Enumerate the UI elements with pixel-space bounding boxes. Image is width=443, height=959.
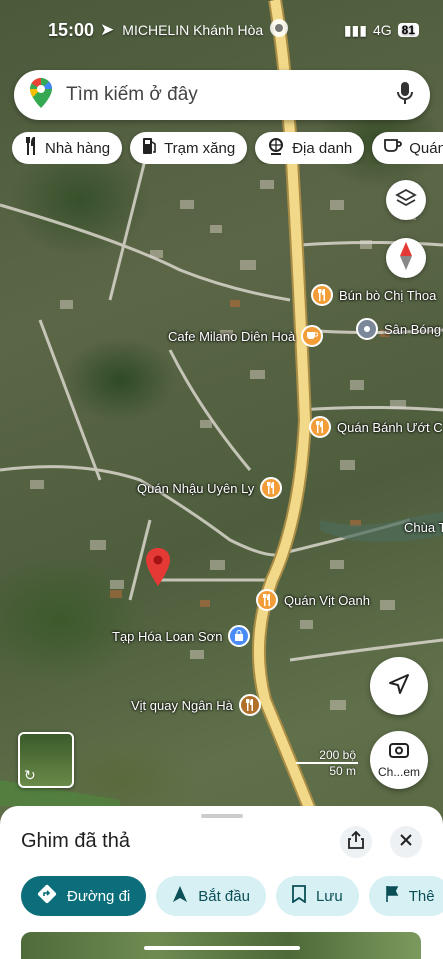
action-label: Đường đi bbox=[67, 887, 131, 905]
share-button[interactable] bbox=[340, 826, 372, 858]
directions-button[interactable]: Đường đi bbox=[21, 876, 147, 916]
poi-label: Cafe Milano Diên Hoà bbox=[168, 328, 296, 344]
dropped-pin-icon[interactable] bbox=[146, 548, 170, 591]
street-view-button[interactable]: Ch...em bbox=[370, 731, 428, 789]
poi-chua[interactable]: Chùa T bbox=[404, 520, 443, 535]
action-label: Lưu bbox=[315, 887, 343, 905]
chip-gas-stations[interactable]: Trạm xăng bbox=[130, 132, 248, 164]
navigation-arrow-icon bbox=[388, 673, 410, 700]
close-icon bbox=[399, 833, 413, 852]
microphone-icon[interactable] bbox=[396, 81, 414, 110]
poi-vit-quay-ngan-ha[interactable]: Vịt quay Ngân Hà bbox=[131, 694, 261, 716]
battery-level: 81 bbox=[397, 23, 419, 37]
chip-label: Trạm xăng bbox=[164, 139, 236, 157]
share-icon bbox=[348, 830, 364, 854]
poi-san-bong[interactable]: Sân Bóng bbox=[356, 318, 441, 340]
start-button[interactable]: Bắt đầu bbox=[156, 876, 266, 916]
place-icon bbox=[356, 318, 378, 340]
poi-cafe-milano[interactable]: Cafe Milano Diên Hoà bbox=[168, 325, 324, 347]
save-button[interactable]: Lưu bbox=[275, 876, 359, 916]
category-chips: Nhà hàng Trạm xăng Địa danh Quán bbox=[12, 132, 443, 164]
action-label: Thê bbox=[408, 887, 435, 905]
poi-label: Quán Nhậu Uyên Ly bbox=[137, 480, 255, 496]
gesture-nav-bar[interactable] bbox=[144, 946, 300, 950]
search-input[interactable]: Tìm kiếm ở đây bbox=[66, 84, 396, 106]
cafe-icon bbox=[301, 325, 324, 347]
close-button[interactable] bbox=[390, 826, 422, 858]
poi-quan-banh-uot[interactable]: Quán Bánh Ướt C bbox=[309, 416, 443, 438]
sheet-title: Ghim đã thả bbox=[21, 830, 130, 852]
action-buttons: Đường đi Bắt đầu Lưu Thê bbox=[21, 876, 443, 916]
restaurant-icon bbox=[311, 284, 333, 306]
compass-button[interactable] bbox=[386, 238, 426, 278]
poi-label: Quán Bánh Ướt C bbox=[337, 419, 443, 435]
restaurant-icon bbox=[309, 416, 331, 438]
layers-button[interactable] bbox=[386, 180, 426, 220]
bookmark-icon bbox=[292, 885, 306, 907]
chip-label: Nhà hàng bbox=[45, 139, 111, 157]
status-time: 15:00 bbox=[48, 19, 95, 40]
layers-icon bbox=[395, 187, 417, 214]
poi-label: Vịt quay Ngân Hà bbox=[131, 697, 233, 713]
poi-quan-vit-oanh[interactable]: Quán Vịt Oanh bbox=[256, 589, 370, 611]
restaurant-icon bbox=[238, 694, 261, 716]
search-bar[interactable]: Tìm kiếm ở đây bbox=[14, 70, 430, 120]
gas-station-icon bbox=[142, 137, 157, 159]
scale-metric: 50 m bbox=[329, 764, 356, 778]
restaurant-icon bbox=[260, 477, 283, 499]
poi-label: Sân Bóng bbox=[384, 321, 442, 337]
location-pin-icon bbox=[269, 18, 289, 43]
poi-quan-nhau-uyen-ly[interactable]: Quán Nhậu Uyên Ly bbox=[137, 477, 283, 499]
location-arrow-icon: ➤ bbox=[100, 20, 115, 39]
scale-imperial: 200 bộ bbox=[296, 748, 358, 764]
signal-icon: ▮▮▮ bbox=[343, 21, 367, 38]
shopping-icon bbox=[228, 625, 251, 647]
chip-restaurants[interactable]: Nhà hàng bbox=[12, 132, 123, 164]
street-view-label: Ch...em bbox=[377, 764, 420, 779]
sheet-drag-handle[interactable] bbox=[201, 814, 243, 818]
coffee-icon bbox=[384, 138, 403, 158]
poi-bun-bo-chi-thoa[interactable]: Bún bò Chị Thoa bbox=[311, 284, 436, 306]
street-view-icon bbox=[389, 742, 409, 763]
directions-icon bbox=[37, 884, 57, 908]
poi-tap-hoa-loan-son[interactable]: Tạp Hóa Loan Sơn bbox=[112, 625, 251, 647]
status-place: MICHELIN Khánh Hòa bbox=[122, 22, 264, 38]
compass-icon bbox=[399, 241, 413, 276]
restaurant-icon bbox=[256, 589, 278, 611]
google-maps-logo-icon bbox=[30, 77, 52, 113]
flag-icon bbox=[385, 885, 399, 907]
landmark-icon bbox=[267, 137, 285, 159]
action-label: Bắt đầu bbox=[198, 887, 250, 905]
chip-landmarks[interactable]: Địa danh bbox=[255, 132, 365, 164]
add-label-button[interactable]: Thê bbox=[368, 876, 443, 916]
poi-label: Tạp Hóa Loan Sơn bbox=[112, 628, 223, 644]
fork-knife-icon bbox=[24, 137, 38, 159]
rotate-360-icon: ↻ bbox=[24, 767, 36, 783]
status-bar: 15:00 ➤ MICHELIN Khánh Hòa ▮▮▮ 4G 81 bbox=[48, 18, 419, 42]
street-view-thumbnail[interactable]: ↻ bbox=[18, 732, 74, 788]
place-bottom-sheet[interactable]: Ghim đã thả Đường đi Bắt đầu Lưu Thê bbox=[0, 806, 443, 959]
chip-label: Quán bbox=[409, 139, 443, 157]
my-location-button[interactable] bbox=[370, 657, 428, 715]
poi-label: Bún bò Chị Thoa bbox=[339, 287, 437, 303]
chip-cafes[interactable]: Quán bbox=[372, 132, 443, 164]
chip-label: Địa danh bbox=[292, 139, 353, 157]
poi-label: Chùa T bbox=[404, 520, 443, 535]
network-type: 4G bbox=[372, 22, 392, 38]
poi-label: Quán Vịt Oanh bbox=[284, 592, 370, 608]
map-scale: 200 bộ 50 m bbox=[296, 748, 358, 778]
navigation-icon bbox=[172, 885, 188, 907]
